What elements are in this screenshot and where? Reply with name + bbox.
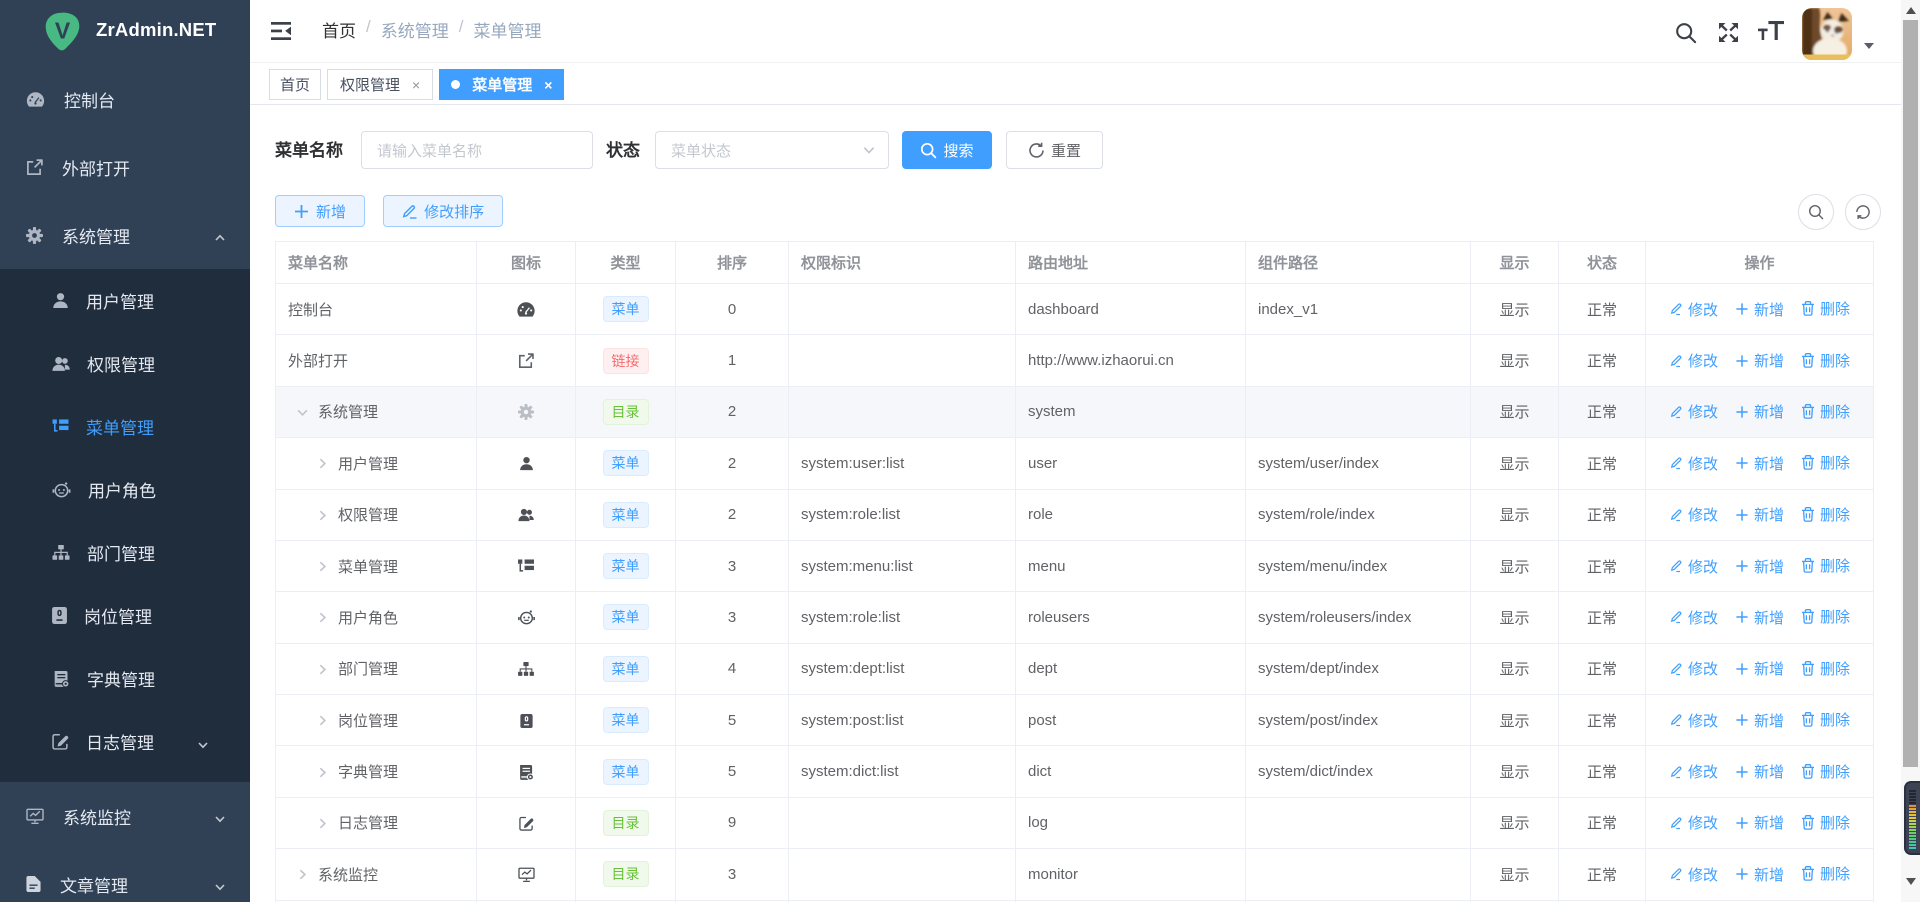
svg-text:V: V (55, 18, 71, 44)
